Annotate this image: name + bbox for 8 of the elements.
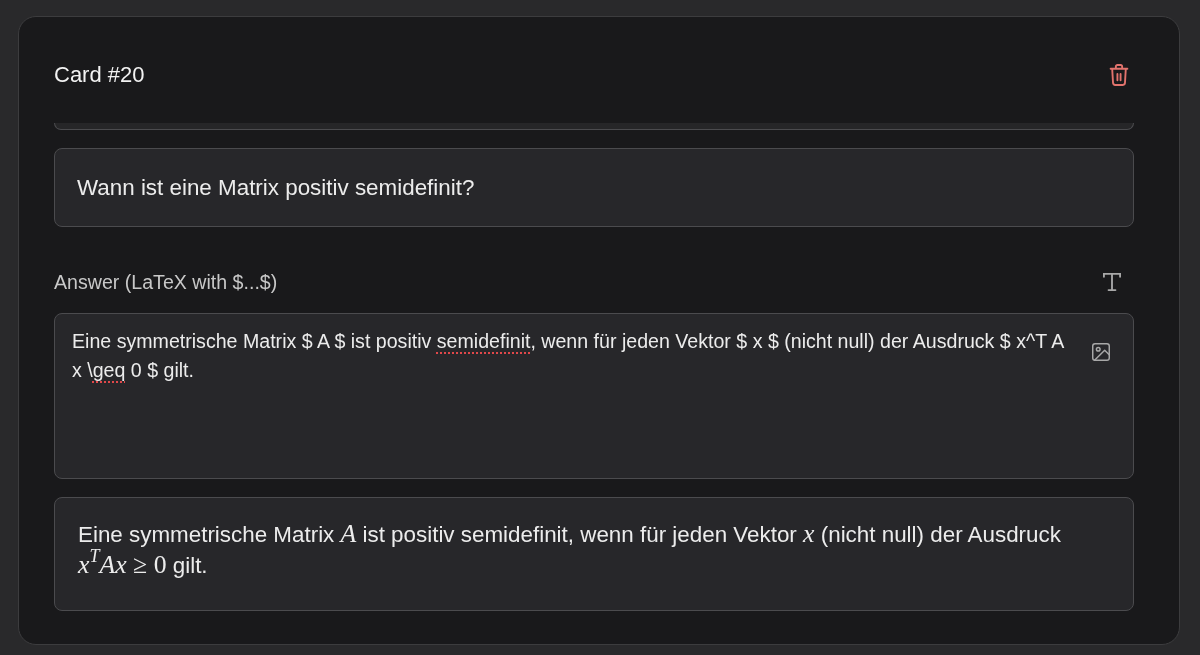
answer-input[interactable]: Eine symmetrische Matrix $ A $ ist positiv semidefinit, wenn für jeden Vektor $ x $ (nicht null) der Ausdruck $ x^T A x \geq 0 $ gilt. — [54, 313, 1134, 479]
question-input[interactable]: Wann ist eine Matrix positiv semidefinit? — [54, 148, 1134, 227]
card-title: Card #20 — [54, 62, 145, 88]
letter-t-icon[interactable] — [1103, 272, 1121, 292]
image-icon[interactable] — [1092, 343, 1110, 361]
answer-label: Answer (LaTeX with $...$) — [54, 270, 278, 294]
answer-preview: Eine symmetrische Matrix A ist positiv semidefinit, wenn für jeden Vektor x (nicht null) der Ausdruck x$^{T}$Ax ≥ 0 gilt. — [54, 497, 1134, 611]
trash-icon[interactable] — [1109, 64, 1129, 86]
